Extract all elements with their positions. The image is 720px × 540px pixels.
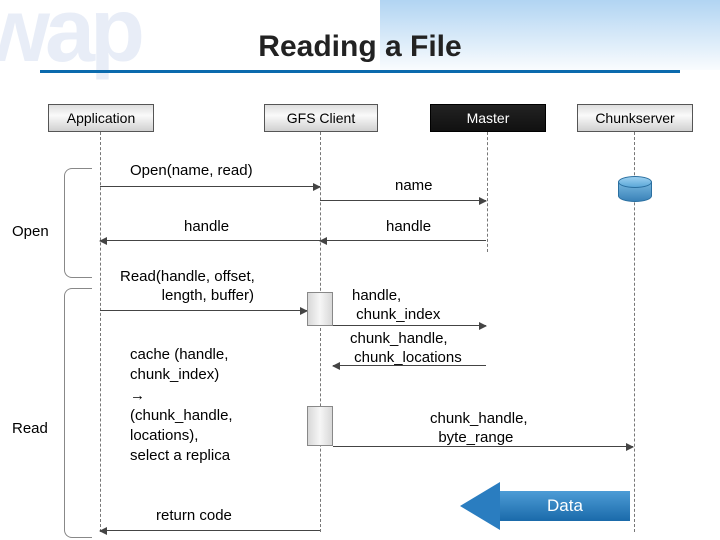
activation-gfs-1 xyxy=(307,292,333,326)
msg-cache-note: cache (handle, chunk_index) → (chunk_han… xyxy=(130,345,233,467)
msg-handle-chunkindex: handle, chunk_index xyxy=(352,287,440,325)
msg-handle-right: handle xyxy=(386,218,431,237)
msg-name: name xyxy=(395,177,433,196)
title-underline xyxy=(40,70,680,73)
msg-chunkhandle-loc: chunk_handle, chunk_locations xyxy=(350,330,462,368)
lifeline-master xyxy=(487,132,488,252)
msg-handle-left: handle xyxy=(184,218,229,237)
brace-open xyxy=(64,168,92,278)
disk-icon xyxy=(618,176,652,202)
slide-title: Reading a File xyxy=(0,30,720,64)
actor-gfs-client: GFS Client xyxy=(264,104,378,132)
actor-application: Application xyxy=(48,104,154,132)
msg-chunk-request: chunk_handle, byte_range xyxy=(430,410,528,448)
brace-read xyxy=(64,288,92,538)
activation-gfs-2 xyxy=(307,406,333,446)
msg-handle-left-line xyxy=(100,240,320,241)
data-arrow-label: Data xyxy=(500,491,630,521)
msg-return-code-line xyxy=(100,530,320,531)
actor-chunkserver: Chunkserver xyxy=(577,104,693,132)
actor-master: Master xyxy=(430,104,546,132)
side-label-read: Read xyxy=(12,420,48,437)
data-arrow: Data xyxy=(460,482,630,530)
msg-handle-right-line xyxy=(320,240,486,241)
msg-open-call-line xyxy=(100,186,320,187)
msg-read-call-line xyxy=(100,310,307,311)
lifeline-gfs-client xyxy=(320,132,321,532)
side-label-open: Open xyxy=(12,223,49,240)
msg-open-call: Open(name, read) xyxy=(130,162,253,181)
msg-return-code: return code xyxy=(156,507,232,526)
data-arrow-head-icon xyxy=(460,482,500,530)
lifeline-application xyxy=(100,132,101,532)
msg-read-call: Read(handle, offset, length, buffer) xyxy=(120,268,255,306)
msg-handle-chunkindex-line xyxy=(333,325,486,326)
msg-name-line xyxy=(320,200,486,201)
